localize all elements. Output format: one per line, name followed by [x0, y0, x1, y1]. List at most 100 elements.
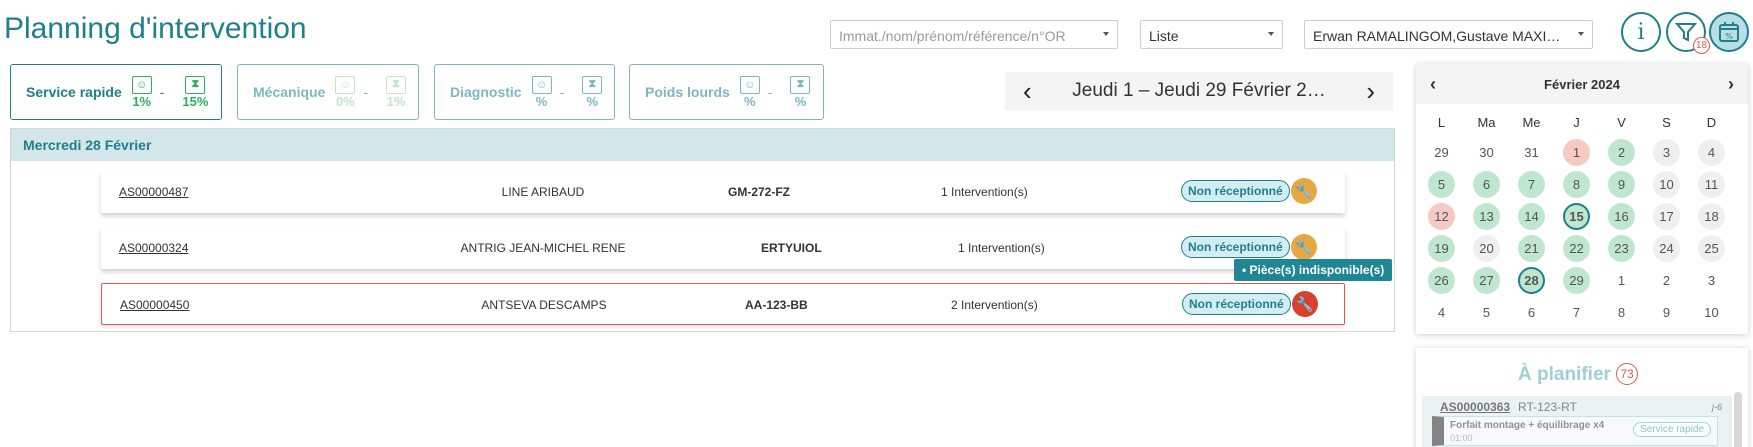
- calendar-day[interactable]: 7: [1554, 296, 1599, 328]
- calendar-day[interactable]: 14: [1509, 200, 1554, 232]
- calendar-day[interactable]: 3: [1644, 136, 1689, 168]
- calendar-day[interactable]: 3: [1689, 264, 1734, 296]
- wrench-icon[interactable]: 🔧: [1291, 234, 1317, 260]
- next-month-icon[interactable]: ›: [1728, 74, 1734, 95]
- wrench-icon[interactable]: 🔧: [1291, 178, 1317, 204]
- calendar-day-number: 1: [1617, 272, 1626, 288]
- calendar-day[interactable]: 17: [1644, 200, 1689, 232]
- calendar-day[interactable]: 10: [1644, 168, 1689, 200]
- calendar-day[interactable]: 13: [1464, 200, 1509, 232]
- calendar-day[interactable]: 9: [1644, 296, 1689, 328]
- previous-month-icon[interactable]: ‹: [1430, 74, 1436, 95]
- filter-button[interactable]: 18: [1666, 12, 1710, 54]
- task-duration: 01:00: [1450, 433, 1473, 443]
- wrench-icon[interactable]: 🔧: [1292, 291, 1318, 317]
- calendar-day[interactable]: 5: [1464, 296, 1509, 328]
- calendar-day[interactable]: 19: [1419, 232, 1464, 264]
- calendar-day[interactable]: 26: [1419, 264, 1464, 296]
- calendar-day[interactable]: 18: [1689, 200, 1734, 232]
- calendar-day-number: 23: [1608, 234, 1635, 262]
- card-task[interactable]: Forfait montage + équilibrage x4 01:00 S…: [1432, 416, 1718, 446]
- calendar-day[interactable]: 25: [1689, 232, 1734, 264]
- calendar-day[interactable]: 22: [1554, 232, 1599, 264]
- duration-percent: 15%: [182, 93, 209, 109]
- weekday-label: J: [1573, 114, 1580, 130]
- calendar-day[interactable]: 29: [1419, 136, 1464, 168]
- reference-link[interactable]: AS00000487: [119, 185, 188, 199]
- calendar-day-number: 18: [1698, 202, 1725, 230]
- weekday-label: Ma: [1477, 114, 1496, 130]
- calendar-day[interactable]: 2: [1644, 264, 1689, 296]
- calendar-day[interactable]: 1: [1554, 136, 1599, 168]
- duration-percent: %: [586, 93, 599, 109]
- to-plan-card[interactable]: AS00000363 RT-123-RT j-6 Forfait montage…: [1422, 396, 1732, 447]
- table-row[interactable]: AS00000487 LINE ARIBAUD GM-272-FZ 1 Inte…: [101, 171, 1345, 213]
- calendar-day[interactable]: 29: [1554, 264, 1599, 296]
- scrollbar[interactable]: [1734, 392, 1742, 447]
- calendar-day[interactable]: 11: [1689, 168, 1734, 200]
- plate-number: GM-272-FZ: [728, 185, 791, 199]
- tab-label: Diagnostic: [450, 84, 522, 100]
- status-badge: Non réceptionné: [1181, 236, 1290, 258]
- calendar-day-number: 29: [1434, 144, 1449, 160]
- tab-service-rapide[interactable]: Service rapide ☺ 1% - ⧗ 15%: [10, 64, 222, 120]
- calendar-day[interactable]: 30: [1464, 136, 1509, 168]
- calendar-grid: L Ma Me J V S D 29 30 31 1 2 3 4 5 6 7 8 9 10 11 12 13 14 15 16 17…: [1416, 104, 1748, 328]
- next-arrow-icon[interactable]: ›: [1366, 78, 1375, 104]
- calendar-day-number: 7: [1518, 170, 1545, 198]
- calendar-day[interactable]: 21: [1509, 232, 1554, 264]
- view-select[interactable]: Liste: [1140, 20, 1283, 49]
- calendar-day[interactable]: 24: [1644, 232, 1689, 264]
- calendar-day[interactable]: 1: [1599, 264, 1644, 296]
- hourglass-icon: ⧗: [790, 75, 811, 94]
- calendar-day[interactable]: 6: [1509, 296, 1554, 328]
- calendar-day-number: 29: [1563, 266, 1590, 294]
- calendar-day[interactable]: 16: [1599, 200, 1644, 232]
- calendar-day[interactable]: 8: [1599, 296, 1644, 328]
- tab-mecanique[interactable]: Mécanique ☺ 0% - ⧗ 1%: [237, 64, 419, 120]
- info-button[interactable]: i: [1621, 12, 1661, 52]
- calendar-day[interactable]: 12: [1419, 200, 1464, 232]
- calendar-day[interactable]: 7: [1509, 168, 1554, 200]
- calendar-day[interactable]: 28: [1509, 264, 1554, 296]
- calendar-day[interactable]: 27: [1464, 264, 1509, 296]
- calendar-day[interactable]: 8: [1554, 168, 1599, 200]
- calendar-day[interactable]: 23: [1599, 232, 1644, 264]
- reference-link[interactable]: AS00000324: [119, 241, 188, 255]
- hourglass-icon: ⧗: [582, 75, 603, 94]
- weekday-label: D: [1706, 114, 1717, 130]
- calendar-day[interactable]: 5: [1419, 168, 1464, 200]
- calendar-day-number: 16: [1608, 202, 1635, 230]
- chevron-down-icon: [1103, 32, 1109, 36]
- technicians-select[interactable]: Erwan RAMALINGOM,Gustave MAXI…: [1304, 20, 1593, 49]
- calendar-day-number: 31: [1524, 144, 1539, 160]
- calendar-day[interactable]: 20: [1464, 232, 1509, 264]
- tab-poids-lourds[interactable]: Poids lourds ☺ % - ⧗ %: [629, 64, 824, 120]
- workload-indicator: ☺ %: [531, 75, 552, 109]
- calendar-day[interactable]: 15: [1554, 200, 1599, 232]
- calendar-day[interactable]: 4: [1689, 136, 1734, 168]
- calendar-day-number: 24: [1653, 234, 1680, 262]
- calendar-day[interactable]: 6: [1464, 168, 1509, 200]
- calendar-day-number: 4: [1437, 304, 1446, 320]
- chevron-down-icon: [1578, 32, 1584, 36]
- table-row[interactable]: AS00000450 ANTSEVA DESCAMPS AA-123-BB 2 …: [101, 283, 1345, 325]
- occupancy-calendar-button[interactable]: %: [1709, 12, 1749, 52]
- workload-percent: 1%: [132, 93, 152, 109]
- calendar-day-number: 2: [1662, 272, 1671, 288]
- calendar-day[interactable]: 4: [1419, 296, 1464, 328]
- calendar-day[interactable]: 10: [1689, 296, 1734, 328]
- calendar-day-number: 2: [1608, 138, 1635, 166]
- to-plan-title: À planifier: [1518, 364, 1611, 385]
- calendar-day[interactable]: 31: [1509, 136, 1554, 168]
- reference-link[interactable]: AS00000450: [120, 298, 189, 312]
- calendar-day-number: 4: [1698, 138, 1725, 166]
- table-row[interactable]: AS00000324 ANTRIG JEAN-MICHEL RENE ERTYU…: [101, 227, 1345, 269]
- search-input[interactable]: Immat./nom/prénom/référence/n°OR: [830, 20, 1118, 49]
- calendar-day-number: 22: [1563, 234, 1590, 262]
- calendar-day[interactable]: 9: [1599, 168, 1644, 200]
- previous-arrow-icon[interactable]: ‹: [1023, 78, 1032, 104]
- card-reference[interactable]: AS00000363: [1440, 400, 1510, 414]
- calendar-day[interactable]: 2: [1599, 136, 1644, 168]
- tab-diagnostic[interactable]: Diagnostic ☺ % - ⧗ %: [434, 64, 615, 120]
